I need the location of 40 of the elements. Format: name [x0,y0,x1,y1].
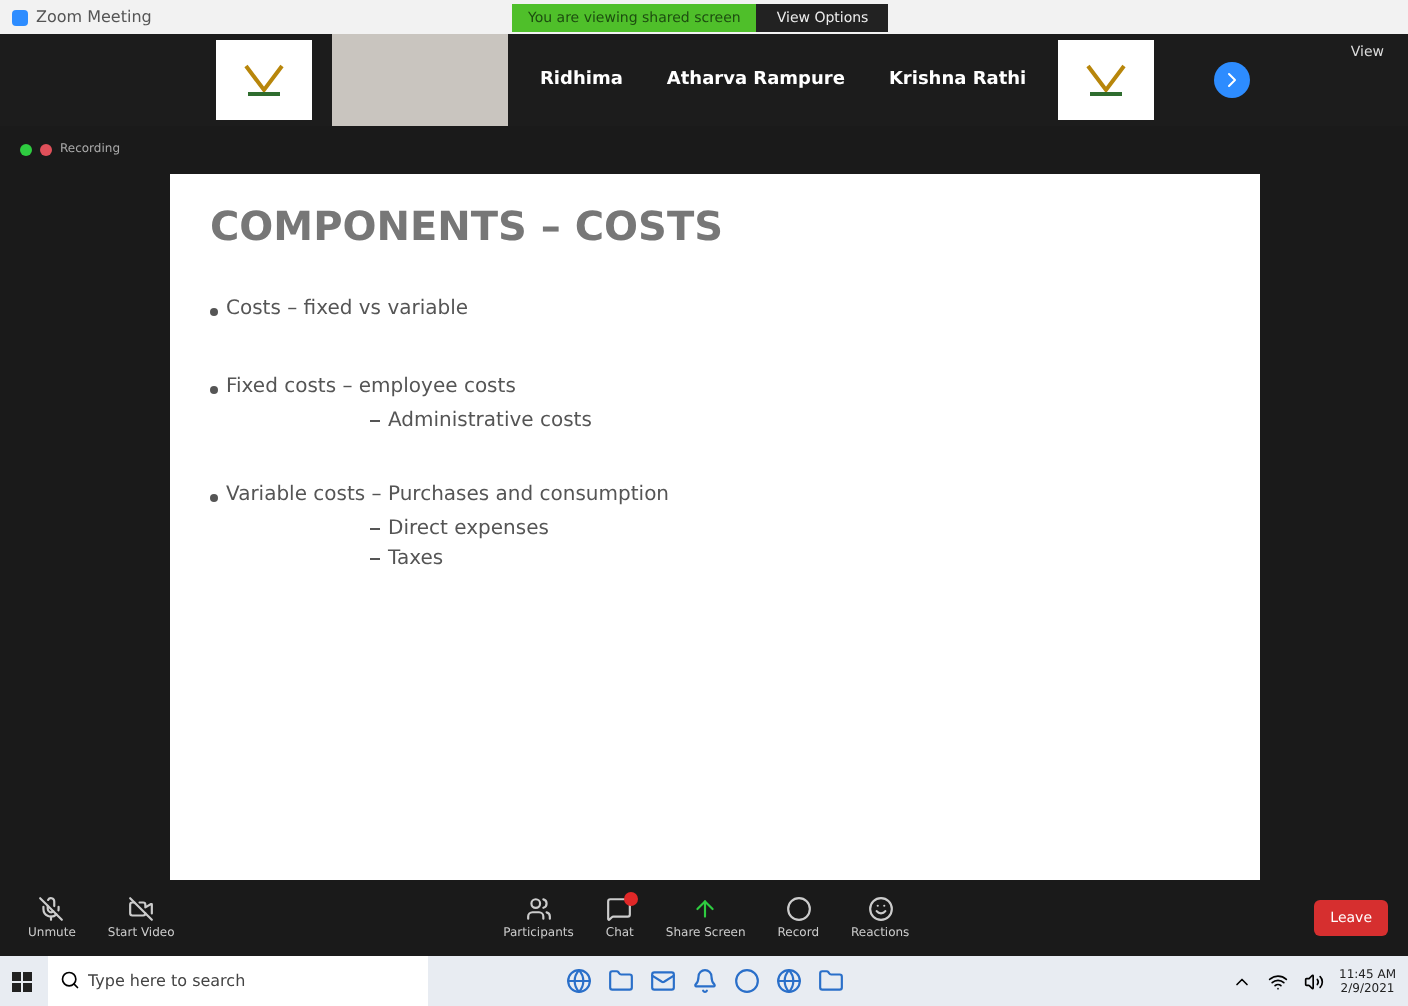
taskbar-app-icon[interactable] [776,968,803,994]
status-dot [20,143,32,155]
dash-icon [370,528,380,530]
search-field[interactable]: Type here to search [48,956,428,1006]
slide-sub-bullet: Taxes [388,548,444,570]
next-page-button[interactable] [1214,62,1251,98]
dash-icon [370,558,380,560]
slide-bullet: Costs – fixed vs variable [226,298,469,320]
reactions-icon [867,896,894,922]
dash-icon [370,420,380,422]
taskbar-app-icon[interactable] [566,968,593,994]
logo-icon [242,62,286,98]
slide-sub-bullet: Direct expenses [388,518,549,540]
video-icon [128,896,155,922]
participant-name: Atharva Rampure [664,70,847,90]
record-icon [785,896,812,922]
taskbar-app-icon[interactable] [692,968,719,994]
taskbar-app-icon[interactable] [608,968,635,994]
bullet-dot-icon [210,385,218,393]
taskbar-app-icon[interactable] [650,968,677,994]
wifi-icon[interactable] [1267,971,1288,991]
mic-icon [38,896,65,922]
participant-name: Ridhima [538,70,625,90]
logo-icon [1084,62,1129,98]
taskbar-app-icon[interactable] [734,968,761,994]
slide-bullet: Variable costs – Purchases and consumption [226,484,670,506]
windows-logo-icon[interactable] [12,971,32,991]
taskbar-app-icon[interactable] [818,968,845,994]
share-icon [692,896,719,922]
slide-sub-bullet: Administrative costs [388,410,592,432]
bullet-dot-icon [210,307,218,315]
participants-icon [525,896,552,922]
bullet-dot-icon [210,493,218,501]
chat-icon [606,896,633,922]
slide-title: COMPONENTS – COSTS [210,202,725,250]
slide-bullet: Fixed costs – employee costs [226,376,516,398]
window-title: Zoom Meeting [36,8,152,26]
app-icon [12,9,28,25]
participant-name: Krishna Rathi [886,70,1029,90]
volume-icon[interactable] [1303,971,1324,991]
